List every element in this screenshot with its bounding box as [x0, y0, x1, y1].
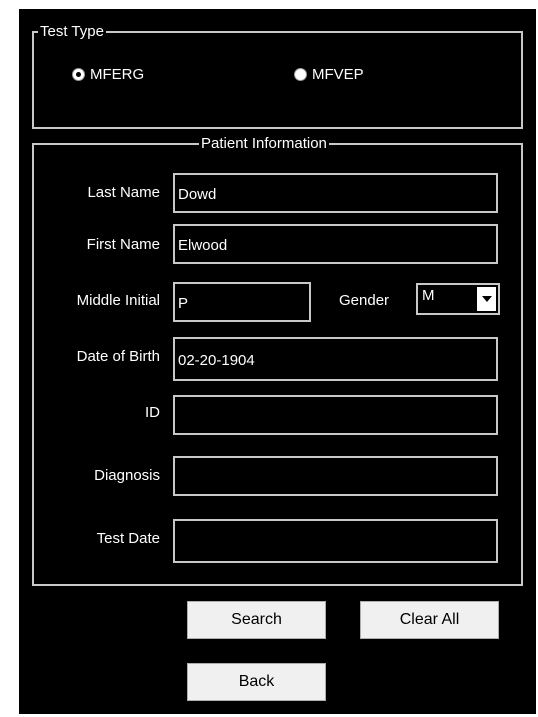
dob-label: Date of Birth — [76, 348, 160, 365]
clear-all-button[interactable]: Clear All — [360, 601, 499, 639]
middle-initial-label: Middle Initial — [76, 292, 160, 309]
radio-mferg-label: MFERG — [90, 66, 145, 83]
chevron-down-icon[interactable] — [477, 287, 496, 311]
patient-info-legend: Patient Information — [199, 135, 329, 153]
dob-field[interactable] — [173, 337, 498, 381]
radio-mferg[interactable]: MFERG — [72, 66, 144, 83]
test-date-field[interactable] — [173, 519, 498, 563]
patient-window: Test Type MFERG MFVEP Patient Informatio… — [19, 9, 536, 714]
radio-mfvep-label: MFVEP — [312, 66, 364, 83]
search-button[interactable]: Search — [187, 601, 326, 639]
test-date-label: Test Date — [96, 530, 160, 547]
id-label: ID — [145, 404, 160, 421]
diagnosis-field[interactable] — [173, 456, 498, 496]
back-button[interactable]: Back — [187, 663, 326, 701]
last-name-field[interactable] — [173, 173, 498, 213]
gender-value: M — [422, 287, 435, 304]
id-field[interactable] — [173, 395, 498, 435]
last-name-label: Last Name — [87, 184, 160, 201]
gender-label: Gender — [339, 292, 390, 309]
gender-select[interactable]: M — [416, 283, 500, 315]
radio-mfvep[interactable]: MFVEP — [294, 66, 364, 83]
radio-unchecked-icon — [294, 68, 307, 81]
diagnosis-label: Diagnosis — [94, 467, 160, 484]
first-name-field[interactable] — [173, 224, 498, 264]
test-type-legend: Test Type — [38, 23, 106, 41]
test-type-group: Test Type MFERG MFVEP — [32, 23, 523, 129]
first-name-label: First Name — [86, 236, 160, 253]
middle-initial-field[interactable] — [173, 282, 311, 322]
radio-checked-icon — [72, 68, 85, 81]
